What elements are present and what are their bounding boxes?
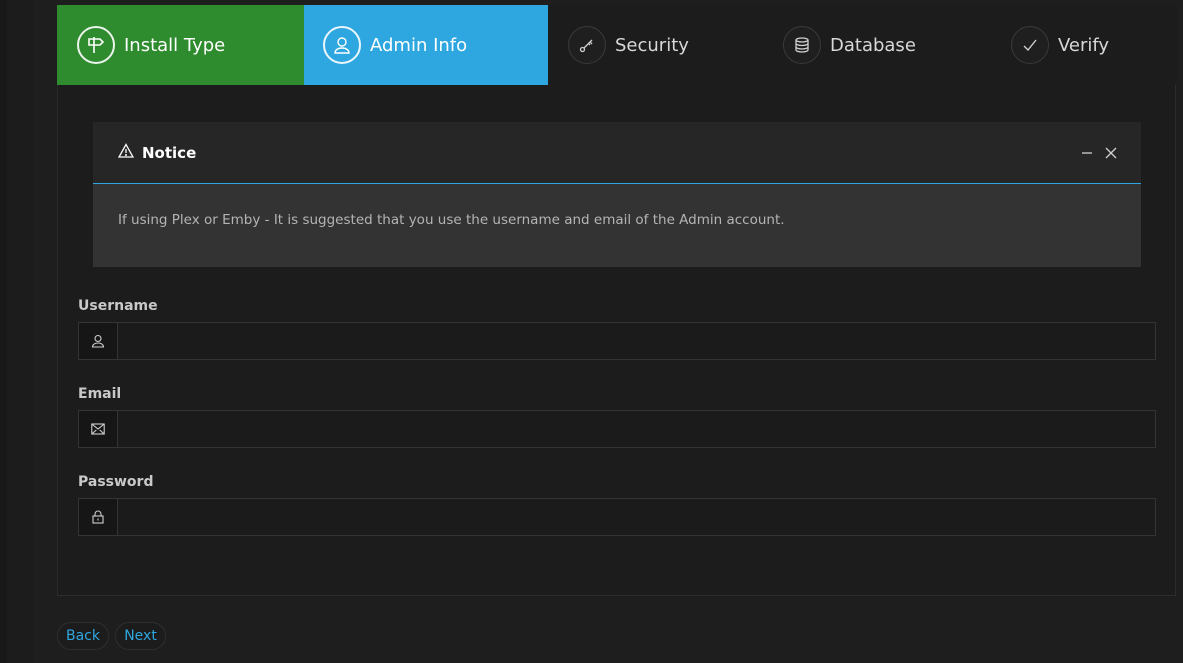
email-input[interactable]	[118, 411, 1155, 447]
user-icon	[323, 26, 361, 64]
notice-tools	[1081, 144, 1117, 163]
step-label: Security	[615, 34, 689, 56]
step-label: Database	[830, 34, 916, 56]
notice-header: Notice	[93, 122, 1141, 184]
username-input[interactable]	[118, 323, 1155, 359]
left-rail-inner	[7, 0, 33, 663]
minimize-icon[interactable]	[1081, 144, 1093, 163]
password-group	[78, 498, 1156, 536]
check-icon	[1011, 26, 1049, 64]
notice-title: Notice	[117, 143, 197, 162]
lock-icon	[79, 499, 118, 535]
warning-icon	[117, 143, 142, 162]
wizard-steps: Install Type Admin Info Security Databas…	[57, 5, 1177, 85]
step-security[interactable]: Security	[548, 5, 778, 85]
step-label: Install Type	[124, 34, 226, 56]
step-admin-info[interactable]: Admin Info	[304, 5, 548, 85]
notice-message: If using Plex or Emby - It is suggested …	[118, 212, 785, 228]
username-group	[78, 322, 1156, 360]
close-icon[interactable]	[1105, 144, 1117, 163]
step-database[interactable]: Database	[778, 5, 1008, 85]
signpost-icon	[77, 26, 115, 64]
step-install-type[interactable]: Install Type	[57, 5, 304, 85]
user-icon	[79, 323, 118, 359]
notice-title-text: Notice	[142, 143, 197, 162]
database-icon	[783, 26, 821, 64]
step-label: Admin Info	[370, 34, 468, 56]
left-rail	[0, 0, 33, 663]
notice-box: Notice If using Plex or Emby - It is sug…	[93, 122, 1141, 267]
envelope-icon	[79, 411, 118, 447]
password-input[interactable]	[118, 499, 1155, 535]
step-label: Verify	[1058, 34, 1110, 56]
email-label: Email	[78, 386, 122, 402]
password-label: Password	[78, 474, 154, 490]
step-verify[interactable]: Verify	[1008, 5, 1177, 85]
back-button[interactable]: Back	[57, 622, 109, 650]
key-icon	[568, 26, 606, 64]
next-button[interactable]: Next	[115, 622, 166, 650]
email-group	[78, 410, 1156, 448]
username-label: Username	[78, 298, 158, 314]
